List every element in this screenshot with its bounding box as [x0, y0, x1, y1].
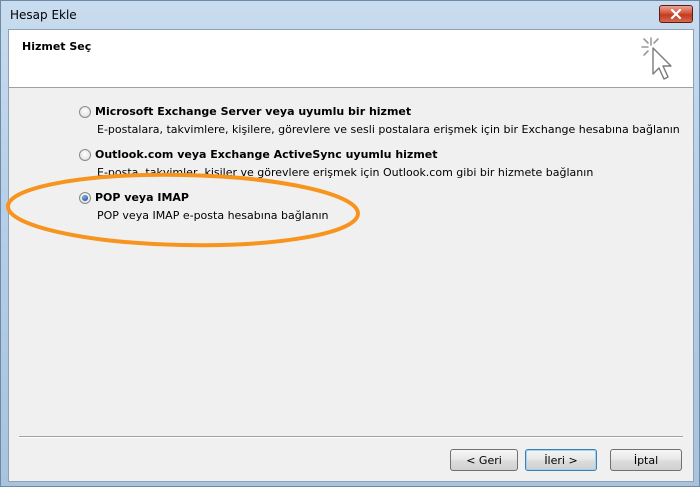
cancel-button[interactable]: İptal: [610, 449, 682, 471]
pop-imap-radio[interactable]: [79, 192, 91, 204]
back-button[interactable]: < Geri: [450, 449, 518, 471]
cursor-click-icon: [641, 37, 672, 80]
outlook-com-radio[interactable]: [79, 149, 91, 161]
window-title: Hesap Ekle: [10, 8, 77, 22]
option-description: E-posta, takvimler, kişiler ve görevlere…: [97, 166, 594, 179]
option-description: E-postalara, takvimlere, kişilere, görev…: [97, 123, 680, 136]
option-title: POP veya IMAP: [95, 191, 189, 204]
page-title: Hizmet Seç: [22, 40, 92, 53]
header-band: Hizmet Seç: [9, 30, 693, 88]
add-account-window: Hesap Ekle Hizmet Seç Microsoft Exchange…: [0, 0, 700, 487]
close-icon: [670, 9, 682, 19]
option-title: Outlook.com veya Exchange ActiveSync uyu…: [95, 148, 438, 161]
next-button[interactable]: İleri >: [525, 449, 597, 471]
option-description: POP veya IMAP e-posta hesabına bağlanın: [97, 209, 329, 222]
dialog-content: Hizmet Seç Microsoft Exchange Server vey…: [8, 29, 694, 482]
option-title: Microsoft Exchange Server veya uyumlu bi…: [95, 105, 412, 118]
title-bar[interactable]: Hesap Ekle: [1, 1, 699, 29]
exchange-radio[interactable]: [79, 106, 91, 118]
footer-separator: [19, 436, 683, 438]
close-button[interactable]: [659, 5, 693, 23]
